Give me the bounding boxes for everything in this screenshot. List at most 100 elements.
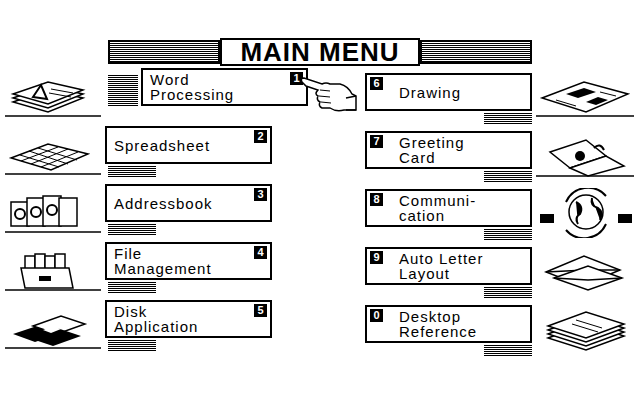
key-badge: 0 [370,309,383,322]
menu-button[interactable]: Spreadsheet 2 [105,126,272,164]
menu-label-line: Application [114,319,250,334]
menu-item-row: 9 Auto LetterLayout [365,247,532,285]
menu-item-row: 8 Communi-cation [365,189,532,227]
menu-grid: WordProcessing1 6 Drawing Spreadsheet 2 7 Gree… [0,68,640,358]
menu-label-line: Management [114,261,250,276]
button-shadow [108,281,156,293]
menu-label-line: Desktop [399,309,527,324]
menu-label-line: Disk [114,304,250,319]
icon-cell [0,300,105,358]
menu-label-line: Card [399,150,527,165]
title-hatch [420,40,532,64]
document-stack-icon [3,72,103,122]
menu-button[interactable]: 0 DesktopReference [365,305,532,343]
button-shadow [484,112,532,124]
icon-cell [532,184,640,242]
key-badge: 2 [254,130,267,143]
key-badge: 9 [370,251,383,264]
reference-stack-icon [536,304,636,354]
key-badge: 8 [370,193,383,206]
menu-item: WordProcessing1 [105,68,362,126]
menu-label-line: Processing [150,87,286,102]
menu-label: Communi-cation [387,193,527,223]
menu-label: FileManagement [114,246,250,276]
menu-label: Auto LetterLayout [387,251,527,281]
pointing-hand-icon [300,74,358,114]
menu-label: Spreadsheet [114,138,250,153]
icon-cell [0,68,105,126]
menu-item-row: Spreadsheet 2 [105,126,362,164]
title-hatch [108,40,220,64]
menu-label-line: File [114,246,250,261]
menu-item: 0 DesktopReference [362,300,532,358]
key-badge: 3 [254,188,267,201]
title-bar: MAIN MENU [108,38,532,66]
icon-cell [532,126,640,184]
file-box-icon [3,246,103,296]
button-shadow [108,165,156,177]
menu-label-line: Word [150,72,286,87]
address-cards-icon [3,188,103,238]
menu-label-line: cation [399,208,527,223]
menu-label-line: Layout [399,266,527,281]
menu-label-line: Communi- [399,193,527,208]
menu-item: 6 Drawing [362,68,532,126]
icon-cell [0,242,105,300]
menu-button[interactable]: 6 Drawing [365,73,532,111]
button-shadow [108,223,156,235]
menu-label: DesktopReference [387,309,527,339]
envelopes-icon [536,246,636,296]
menu-item: 7 GreetingCard [362,126,532,184]
icon-cell [0,184,105,242]
menu-label: WordProcessing [150,72,286,102]
menu-label: Drawing [387,85,527,100]
layout-page-icon [536,72,636,122]
icon-cell [0,126,105,184]
menu-label-line: Auto Letter [399,251,527,266]
globe-phones-icon [536,188,636,238]
key-badge: 6 [370,77,383,90]
button-shadow [108,75,138,106]
menu-label-line: Greeting [399,135,527,150]
menu-item-row: 0 DesktopReference [365,305,532,343]
button-shadow [484,228,532,240]
key-badge: 5 [254,304,267,317]
icon-cell [532,242,640,300]
menu-item: FileManagement 4 [105,242,362,300]
button-shadow [484,344,532,356]
menu-item: Spreadsheet 2 [105,126,362,184]
spreadsheet-icon [3,130,103,180]
icon-cell [532,300,640,358]
menu-item: DiskApplication 5 [105,300,362,358]
icon-cell [532,68,640,126]
menu-item: Addressbook 3 [105,184,362,242]
menu-button[interactable]: Addressbook 3 [105,184,272,222]
menu-label-line: Reference [399,324,527,339]
menu-item-row: WordProcessing1 [105,68,362,106]
menu-label-line: Drawing [399,85,527,100]
menu-item-row: DiskApplication 5 [105,300,362,338]
menu-item: 8 Communi-cation [362,184,532,242]
menu-title: MAIN MENU [220,38,419,66]
menu-item-row: Addressbook 3 [105,184,362,222]
menu-button[interactable]: DiskApplication 5 [105,300,272,338]
key-badge: 4 [254,246,267,259]
key-badge: 7 [370,135,383,148]
menu-item-row: 7 GreetingCard [365,131,532,169]
menu-label: GreetingCard [387,135,527,165]
menu-label-line: Addressbook [114,196,250,211]
menu-label: Addressbook [114,196,250,211]
greeting-card-icon [536,130,636,180]
menu-button[interactable]: 9 Auto LetterLayout [365,247,532,285]
button-shadow [108,339,156,351]
menu-button[interactable]: FileManagement 4 [105,242,272,280]
menu-button[interactable]: 7 GreetingCard [365,131,532,169]
menu-label-line: Spreadsheet [114,138,250,153]
menu-item-row: 6 Drawing [365,73,532,111]
menu-button[interactable]: 8 Communi-cation [365,189,532,227]
menu-item: 9 Auto LetterLayout [362,242,532,300]
menu-button[interactable]: WordProcessing1 [141,68,308,106]
floppy-disks-icon [3,304,103,354]
menu-label: DiskApplication [114,304,250,334]
button-shadow [484,170,532,182]
